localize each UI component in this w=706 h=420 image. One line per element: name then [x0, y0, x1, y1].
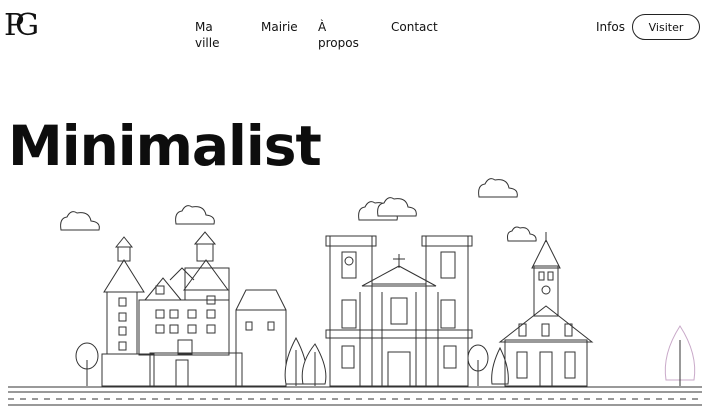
cloud-icon [478, 178, 518, 198]
tree-icon [284, 336, 327, 386]
nav-link-ma-ville[interactable]: Ma ville [195, 19, 220, 51]
visit-button[interactable]: Visiter [632, 14, 700, 40]
cathedral-building [325, 235, 473, 387]
tree-icon [75, 342, 99, 386]
nav-link-mairie[interactable]: Mairie [261, 19, 298, 35]
castle-building [101, 231, 287, 387]
infos-link[interactable]: Infos [596, 19, 625, 35]
cloud-icon [60, 211, 100, 231]
city-skyline-illustration [8, 178, 702, 406]
church-building [498, 232, 594, 387]
cloud-icon [175, 205, 215, 225]
tree-icon [664, 325, 696, 386]
site-logo[interactable]: PG [4, 8, 39, 44]
cloud-icon [507, 226, 537, 242]
logo-monogram: PG [4, 8, 39, 43]
road [8, 386, 702, 406]
nav-link-contact[interactable]: Contact [391, 19, 438, 35]
tree-icon [467, 344, 509, 386]
nav-link-a-propos[interactable]: À propos [318, 19, 359, 51]
cloud-icon [358, 197, 417, 221]
